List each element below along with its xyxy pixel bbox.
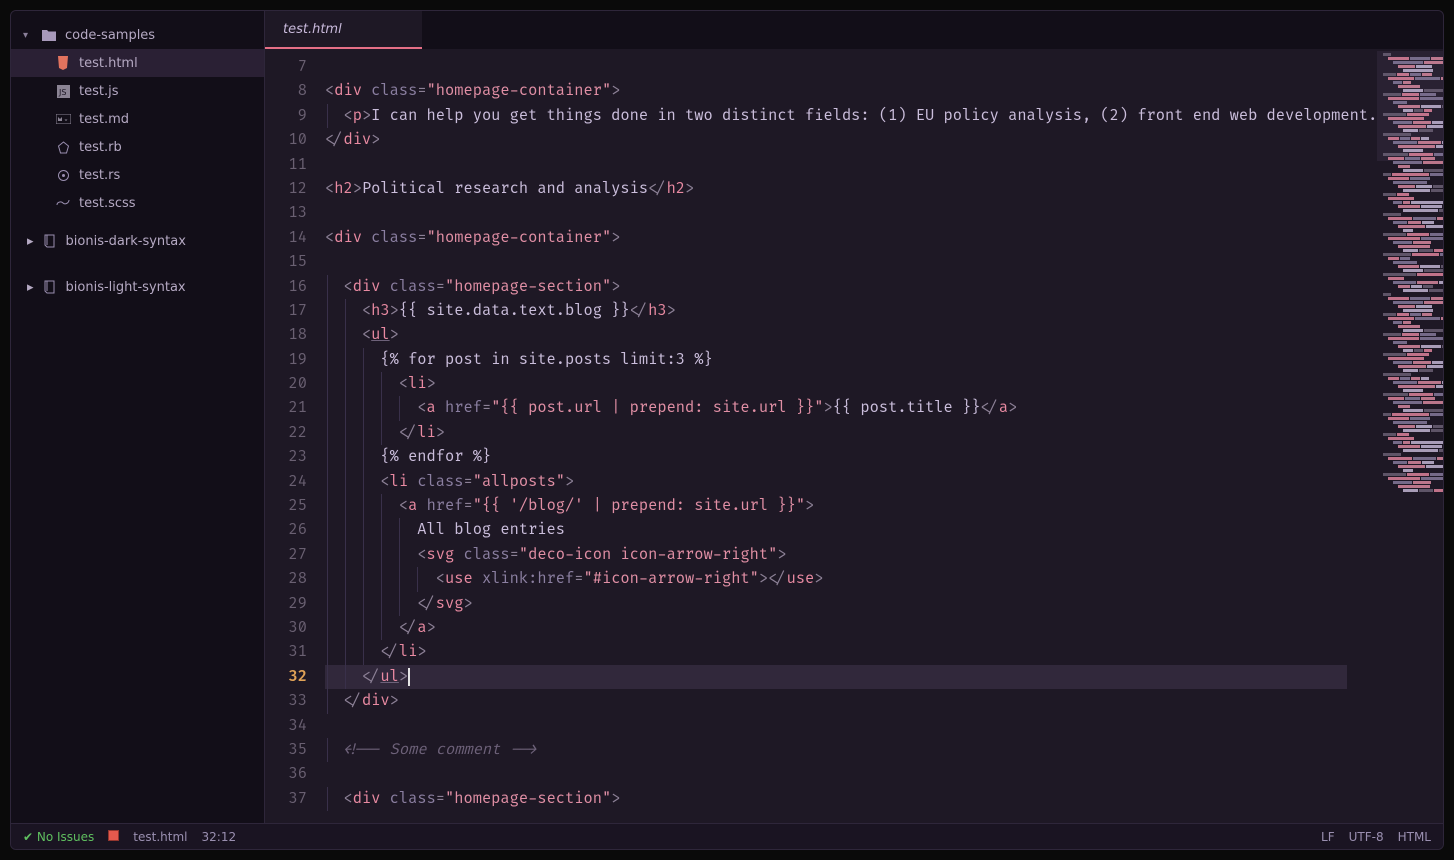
rs-icon [55, 167, 71, 183]
rb-icon [55, 139, 71, 155]
tree-file[interactable]: test.rb [11, 133, 264, 161]
status-issues[interactable]: No Issues [23, 830, 94, 844]
tree-root[interactable]: ▾ code-samples [11, 21, 264, 49]
tab-active[interactable]: test.html [265, 11, 422, 49]
tree-file-label: test.rb [79, 140, 122, 155]
tree-file[interactable]: test.md [11, 105, 264, 133]
svg-text:JS: JS [58, 88, 66, 97]
editor-pane: test.html 789101112131415161718192021222… [265, 11, 1443, 823]
tree-folder-label: bionis-light-syntax [66, 280, 186, 295]
tab-bar[interactable]: test.html [265, 11, 1443, 49]
tree-folder-label: bionis-dark-syntax [66, 234, 186, 249]
html-icon [55, 55, 71, 71]
tree-folder[interactable]: ▸ bionis-dark-syntax [11, 227, 264, 255]
status-eol[interactable]: LF [1321, 830, 1335, 844]
js-icon: JS [55, 83, 71, 99]
file-tree[interactable]: ▾ code-samples test.html JS test.js [11, 11, 265, 823]
tree-folder[interactable]: ▸ bionis-light-syntax [11, 273, 264, 301]
line-gutter[interactable]: 7891011121314151617181920212223242526272… [265, 49, 317, 823]
tree-file[interactable]: JS test.js [11, 77, 264, 105]
chevron-down-icon: ▾ [23, 30, 33, 41]
git-icon[interactable] [108, 830, 119, 844]
status-cursor[interactable]: 32:12 [202, 830, 237, 844]
tree-file[interactable]: test.rs [11, 161, 264, 189]
tree-file-label: test.md [79, 112, 129, 127]
tree-file-label: test.scss [79, 196, 136, 211]
status-encoding[interactable]: UTF-8 [1349, 830, 1384, 844]
tree-file[interactable]: test.html [11, 49, 264, 77]
tree-file-label: test.html [79, 56, 138, 71]
chevron-right-icon: ▸ [27, 280, 34, 295]
chevron-right-icon: ▸ [27, 234, 34, 249]
status-filename[interactable]: test.html [133, 830, 187, 844]
folder-icon [41, 27, 57, 43]
md-icon [55, 111, 71, 127]
scss-icon [55, 195, 71, 211]
editor-window: ▾ code-samples test.html JS test.js [10, 10, 1444, 850]
status-lang[interactable]: HTML [1398, 830, 1431, 844]
tree-file-label: test.rs [79, 168, 120, 183]
tree-root-label: code-samples [65, 28, 155, 43]
minimap[interactable] [1377, 49, 1443, 823]
tree-file[interactable]: test.scss [11, 189, 264, 217]
tab-label: test.html [283, 22, 342, 37]
code-area[interactable]: <div class="homepage-container"> <p>I ca… [317, 49, 1377, 823]
status-bar: No Issues test.html 32:12 LF UTF-8 HTML [11, 823, 1443, 849]
repo-icon [42, 233, 58, 249]
tree-file-label: test.js [79, 84, 118, 99]
repo-icon [42, 279, 58, 295]
